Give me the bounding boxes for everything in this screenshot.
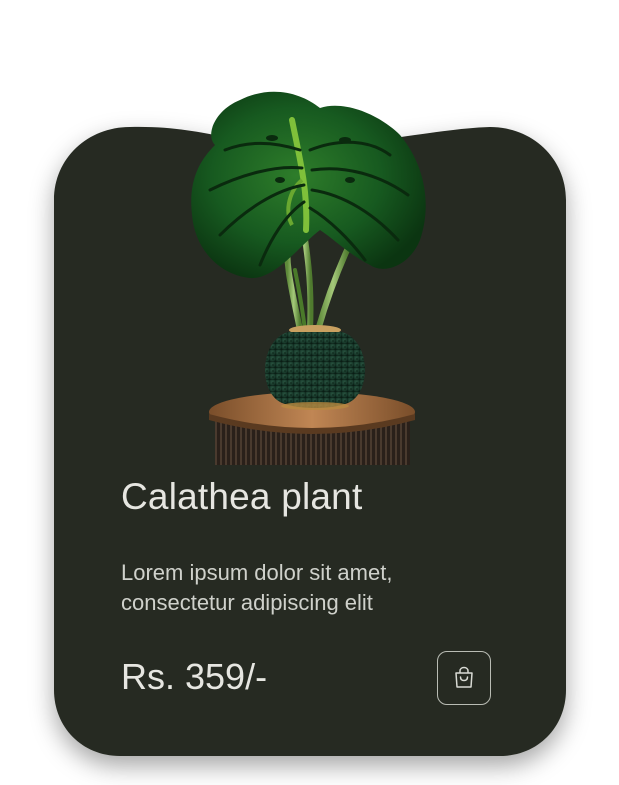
plant-image xyxy=(191,91,426,465)
description-line-1: Lorem ipsum dolor sit amet, xyxy=(121,560,393,585)
description-line-2: consectetur adipiscing elit xyxy=(121,590,373,615)
product-description: Lorem ipsum dolor sit amet, consectetur … xyxy=(121,558,501,618)
product-card-stage: Calathea plant Lorem ipsum dolor sit ame… xyxy=(0,0,619,785)
product-title: Calathea plant xyxy=(121,476,363,517)
add-to-cart-button[interactable] xyxy=(437,651,491,705)
shopping-bag-icon xyxy=(455,666,473,688)
product-price: Rs. 359/- xyxy=(121,656,268,697)
